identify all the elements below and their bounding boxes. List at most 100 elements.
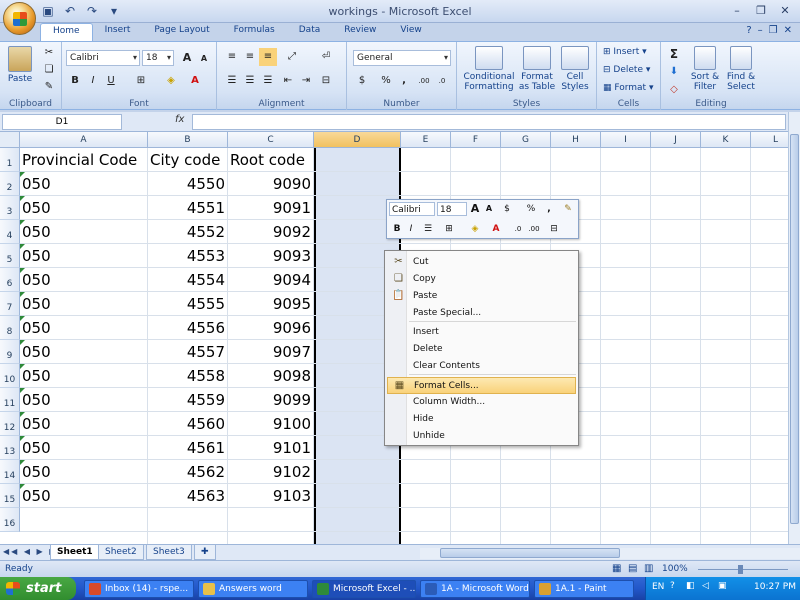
empty-cell[interactable] [651, 532, 701, 544]
mini-center-icon[interactable]: ☰ [421, 222, 435, 236]
data-cell[interactable]: 9100 [228, 412, 314, 436]
empty-cell[interactable] [701, 460, 751, 484]
column-header-k[interactable]: K [701, 132, 751, 148]
empty-cell[interactable] [401, 508, 451, 532]
comma-button[interactable]: , [395, 72, 413, 90]
empty-cell[interactable] [651, 508, 701, 532]
empty-cell[interactable] [751, 508, 788, 532]
number-format-dropdown[interactable]: General [353, 50, 451, 66]
empty-cell[interactable] [148, 532, 228, 544]
start-button[interactable]: start [0, 577, 76, 600]
data-cell[interactable]: 9095 [228, 292, 314, 316]
column-header-i[interactable]: I [601, 132, 651, 148]
empty-cell[interactable] [451, 484, 501, 508]
data-cell[interactable]: 050 [20, 316, 148, 340]
select-all-corner[interactable] [0, 132, 20, 148]
empty-cell[interactable] [401, 484, 451, 508]
empty-cell[interactable] [401, 460, 451, 484]
empty-cell[interactable] [651, 460, 701, 484]
empty-cell[interactable] [551, 148, 601, 172]
empty-cell[interactable] [651, 268, 701, 292]
decrease-indent-icon[interactable]: ⇤ [279, 72, 297, 90]
context-menu-item-insert[interactable]: Insert [387, 324, 576, 341]
empty-cell[interactable] [751, 484, 788, 508]
data-cell[interactable]: 4558 [148, 364, 228, 388]
empty-cell[interactable] [701, 508, 751, 532]
empty-cell[interactable] [751, 364, 788, 388]
empty-cell[interactable] [751, 268, 788, 292]
empty-cell[interactable] [601, 316, 651, 340]
row-header-2[interactable]: 2 [0, 172, 20, 196]
data-cell[interactable]: 050 [20, 340, 148, 364]
data-cell[interactable]: 4555 [148, 292, 228, 316]
mini-grow-font[interactable]: A [469, 202, 481, 216]
empty-cell[interactable] [314, 460, 401, 484]
empty-cell[interactable] [701, 532, 751, 544]
horizontal-scrollbar[interactable] [420, 548, 800, 559]
data-cell[interactable]: 9099 [228, 388, 314, 412]
find-select-button[interactable]: Find & Select [723, 46, 759, 92]
empty-cell[interactable] [451, 508, 501, 532]
data-cell[interactable]: 050 [20, 196, 148, 220]
empty-cell[interactable] [314, 508, 401, 532]
empty-cell[interactable] [651, 220, 701, 244]
empty-cell[interactable] [501, 172, 551, 196]
conditional-formatting-button[interactable]: Conditional Formatting [461, 46, 517, 92]
column-header-d[interactable]: D [314, 132, 401, 148]
data-cell[interactable]: 050 [20, 460, 148, 484]
empty-cell[interactable] [651, 436, 701, 460]
row-header-14[interactable]: 14 [0, 460, 20, 484]
empty-cell[interactable] [451, 532, 501, 544]
format-painter-icon[interactable]: ✎ [40, 78, 58, 96]
empty-cell[interactable] [148, 508, 228, 532]
tab-view[interactable]: View [388, 23, 433, 41]
align-left-icon[interactable]: ☰ [223, 72, 241, 90]
delete-cells-button[interactable]: ⊟ Delete ▾ [603, 65, 650, 75]
workbook-close-icon[interactable]: ✕ [784, 25, 792, 36]
row-header-10[interactable]: 10 [0, 364, 20, 388]
fill-icon[interactable]: ⬇ [665, 63, 683, 81]
empty-cell[interactable] [701, 196, 751, 220]
column-header-e[interactable]: E [401, 132, 451, 148]
empty-cell[interactable] [228, 532, 314, 544]
tab-formulas[interactable]: Formulas [222, 23, 287, 41]
column-header-j[interactable]: J [651, 132, 701, 148]
empty-cell[interactable] [551, 532, 601, 544]
data-cell[interactable]: 4550 [148, 172, 228, 196]
data-cell[interactable]: 050 [20, 484, 148, 508]
mini-font-size[interactable]: 18 [437, 202, 467, 216]
context-menu-item-clear-contents[interactable]: Clear Contents [387, 358, 576, 375]
underline-button[interactable]: U [102, 72, 120, 90]
bold-button[interactable]: B [66, 72, 84, 90]
empty-cell[interactable] [501, 508, 551, 532]
empty-cell[interactable] [451, 460, 501, 484]
empty-cell[interactable] [601, 268, 651, 292]
align-bottom-icon[interactable]: ≡ [259, 48, 277, 66]
empty-cell[interactable] [701, 484, 751, 508]
data-cell[interactable]: 9096 [228, 316, 314, 340]
font-name-dropdown[interactable]: Calibri [66, 50, 140, 66]
data-cell[interactable]: 4557 [148, 340, 228, 364]
empty-cell[interactable] [20, 532, 148, 544]
row-header-15[interactable]: 15 [0, 484, 20, 508]
data-cell[interactable]: 4551 [148, 196, 228, 220]
cell-styles-button[interactable]: Cell Styles [557, 46, 593, 92]
name-box[interactable]: D1 [2, 114, 122, 130]
empty-cell[interactable] [601, 412, 651, 436]
data-cell[interactable]: 4561 [148, 436, 228, 460]
normal-view-icon[interactable]: ▦ [612, 563, 621, 574]
font-color-icon[interactable]: A [186, 72, 204, 90]
empty-cell[interactable] [651, 172, 701, 196]
mini-currency[interactable]: $ [501, 202, 513, 216]
column-header-h[interactable]: H [551, 132, 601, 148]
empty-cell[interactable] [751, 292, 788, 316]
close-button[interactable]: ✕ [774, 2, 796, 20]
mini-shrink-font[interactable]: A [483, 202, 495, 216]
column-header-l[interactable]: L [751, 132, 788, 148]
empty-cell[interactable] [651, 388, 701, 412]
empty-cell[interactable] [701, 220, 751, 244]
paste-button[interactable]: Paste [2, 46, 38, 84]
empty-cell[interactable] [551, 484, 601, 508]
row-header-13[interactable]: 13 [0, 436, 20, 460]
empty-cell[interactable] [401, 172, 451, 196]
